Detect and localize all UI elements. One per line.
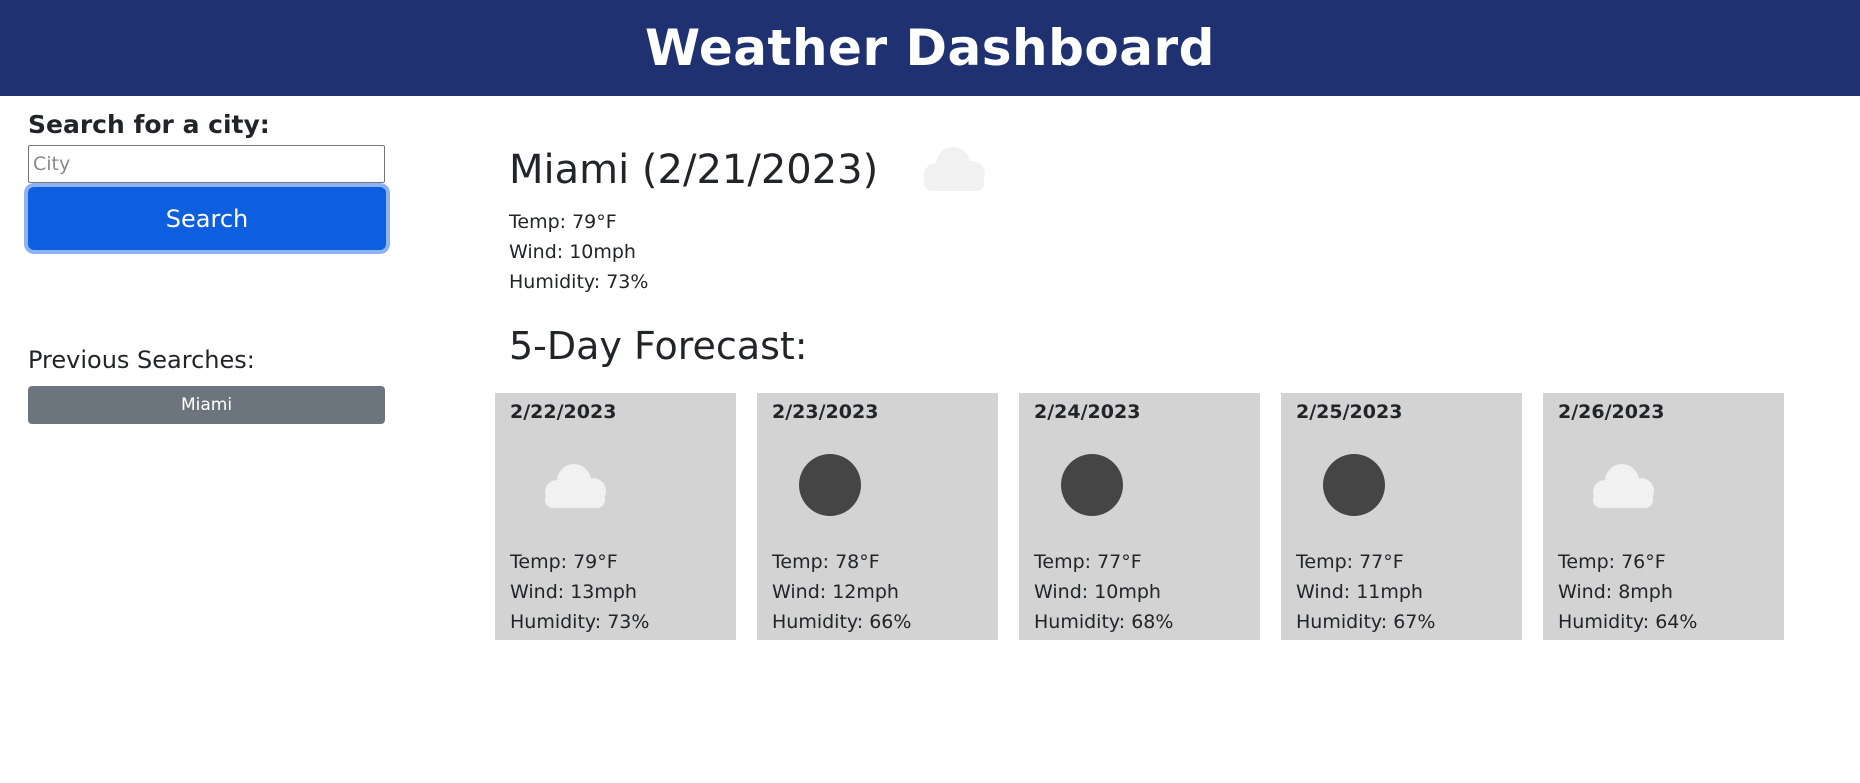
app-header: Weather Dashboard [0,0,1860,96]
forecast-temp: Temp: 76°F [1558,551,1666,573]
cloud-icon [1583,435,1769,535]
forecast-temp: Temp: 77°F [1034,551,1142,573]
cloud-icon [535,435,721,535]
forecast-card: 2/25/2023 Temp: 77°F Wind: 11mph Humidit… [1281,393,1522,640]
forecast-cards: 2/22/2023 Temp: 79°F Wind: 13mph Humidit… [495,393,1784,640]
search-button[interactable]: Search [28,187,386,250]
forecast-date: 2/24/2023 [1034,401,1141,423]
forecast-temp: Temp: 77°F [1296,551,1404,573]
forecast-humidity: Humidity: 66% [772,611,912,633]
current-weather: Miami (2/21/2023) Temp: 79°F Wind: 10mph… [495,140,1784,297]
forecast-card: 2/22/2023 Temp: 79°F Wind: 13mph Humidit… [495,393,736,640]
forecast-date: 2/25/2023 [1296,401,1403,423]
forecast-humidity: Humidity: 64% [1558,611,1698,633]
page-title: Weather Dashboard [645,19,1215,77]
history-list: Miami [28,386,386,424]
city-search-input[interactable] [28,145,385,183]
search-sidebar: Search for a city: Search Previous Searc… [28,110,386,424]
history-button-miami[interactable]: Miami [28,386,385,424]
moon-icon [1059,435,1245,535]
previous-searches-title: Previous Searches: [28,346,255,374]
search-label: Search for a city: [28,110,270,139]
forecast-card: 2/26/2023 Temp: 76°F Wind: 8mph Humidity… [1543,393,1784,640]
forecast-temp: Temp: 79°F [510,551,618,573]
forecast-card: 2/24/2023 Temp: 77°F Wind: 10mph Humidit… [1019,393,1260,640]
cloud-icon [914,142,992,199]
forecast-wind: Wind: 11mph [1296,581,1423,603]
forecast-wind: Wind: 8mph [1558,581,1673,603]
forecast-title: 5-Day Forecast: [509,324,808,368]
current-temp: Temp: 79°F [509,211,617,233]
forecast-humidity: Humidity: 73% [510,611,650,633]
current-weather-header: Miami (2/21/2023) [509,140,1784,199]
current-wind: Wind: 10mph [509,241,636,263]
moon-icon [1321,435,1507,535]
weather-main: Miami (2/21/2023) Temp: 79°F Wind: 10mph… [495,140,1784,640]
forecast-temp: Temp: 78°F [772,551,880,573]
forecast-date: 2/23/2023 [772,401,879,423]
forecast-date: 2/22/2023 [510,401,617,423]
forecast-card: 2/23/2023 Temp: 78°F Wind: 12mph Humidit… [757,393,998,640]
forecast-wind: Wind: 10mph [1034,581,1161,603]
forecast-date: 2/26/2023 [1558,401,1665,423]
moon-icon [797,435,983,535]
forecast-wind: Wind: 12mph [772,581,899,603]
current-city-date: Miami (2/21/2023) [509,146,879,193]
forecast-humidity: Humidity: 68% [1034,611,1174,633]
forecast-humidity: Humidity: 67% [1296,611,1436,633]
current-stats: Temp: 79°F Wind: 10mph Humidity: 73% [509,207,1784,297]
current-humidity: Humidity: 73% [509,271,649,293]
forecast-wind: Wind: 13mph [510,581,637,603]
